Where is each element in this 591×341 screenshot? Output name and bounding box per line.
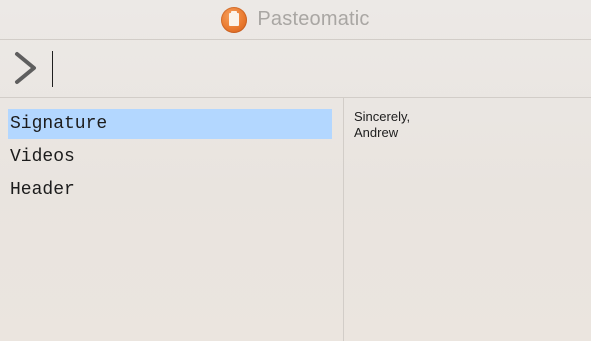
title-bar: Pasteomatic xyxy=(0,0,591,39)
chevron-right-icon xyxy=(15,52,36,84)
preview-line: Andrew xyxy=(354,125,399,140)
snippet-item-videos[interactable]: Videos xyxy=(8,142,332,172)
panel-divider xyxy=(343,98,344,341)
search-input[interactable] xyxy=(48,48,586,88)
clipboard-app-icon xyxy=(221,6,248,33)
snippet-item-header[interactable]: Header xyxy=(8,175,332,205)
preview-line: Sincerely, xyxy=(354,109,411,124)
snippet-item-signature[interactable]: Signature xyxy=(8,109,332,139)
search-bar xyxy=(0,40,591,97)
text-caret xyxy=(52,51,53,87)
app-title: Pasteomatic xyxy=(257,8,370,30)
snippet-preview: Sincerely, Andrew xyxy=(354,109,584,141)
snippet-list: Signature Videos Header xyxy=(0,98,343,341)
